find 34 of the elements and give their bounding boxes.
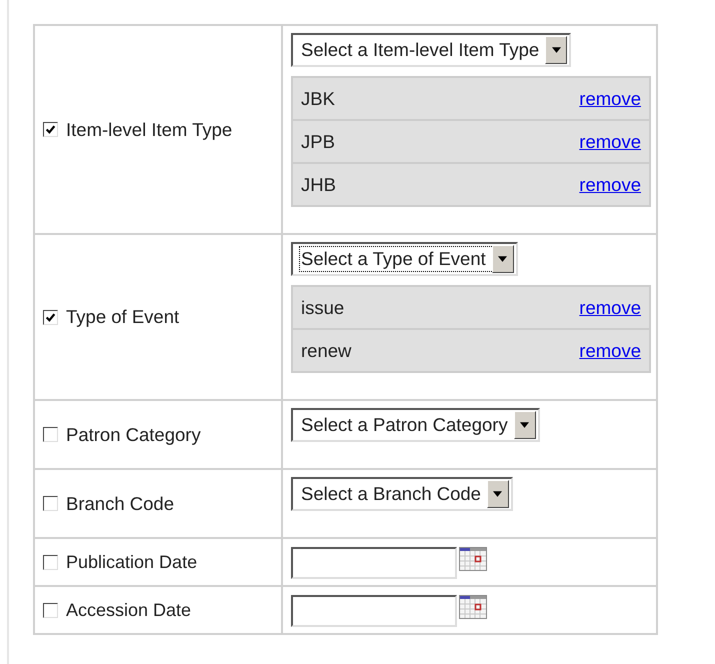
filter-label: Branch Code: [66, 492, 174, 514]
filter-label: Item-level Item Type: [66, 118, 232, 140]
dropdown-arrow-icon: [493, 491, 502, 497]
filter-label: Accession Date: [66, 600, 192, 620]
dropdown[interactable]: Select a Patron Category: [291, 408, 540, 442]
filter-label: Publication Date: [66, 552, 198, 572]
dropdown[interactable]: Select a Item-level Item Type: [291, 33, 572, 67]
filter-label: Patron Category: [66, 424, 201, 446]
date-input[interactable]: [291, 595, 457, 627]
checkbox[interactable]: [43, 496, 58, 511]
value-name: JHB: [301, 174, 336, 196]
remove-link[interactable]: remove: [579, 296, 641, 318]
date-input[interactable]: [291, 547, 457, 579]
value-name: JPB: [301, 130, 335, 152]
remove-link[interactable]: remove: [579, 174, 641, 196]
value-name: JBK: [301, 88, 335, 110]
dropdown-arrow-icon: [552, 47, 561, 53]
calendar-icon[interactable]: [459, 547, 487, 571]
dropdown-arrow-icon: [520, 422, 530, 428]
checkbox[interactable]: [43, 554, 58, 570]
value-name: issue: [301, 296, 344, 318]
dropdown-arrow-icon: [498, 256, 508, 262]
remove-link[interactable]: remove: [579, 130, 641, 152]
dropdown[interactable]: Select a Type of Event: [291, 242, 518, 276]
remove-link[interactable]: remove: [579, 88, 641, 110]
filter-label: Type of Event: [66, 306, 180, 328]
value-name: renew: [301, 340, 352, 362]
checkbox[interactable]: [43, 427, 58, 442]
checkbox[interactable]: [43, 602, 58, 618]
checkbox[interactable]: [43, 122, 58, 137]
calendar-icon[interactable]: [459, 595, 487, 619]
remove-link[interactable]: remove: [579, 340, 641, 362]
dropdown[interactable]: Select a Branch Code: [291, 477, 513, 511]
checkbox[interactable]: [43, 310, 58, 324]
